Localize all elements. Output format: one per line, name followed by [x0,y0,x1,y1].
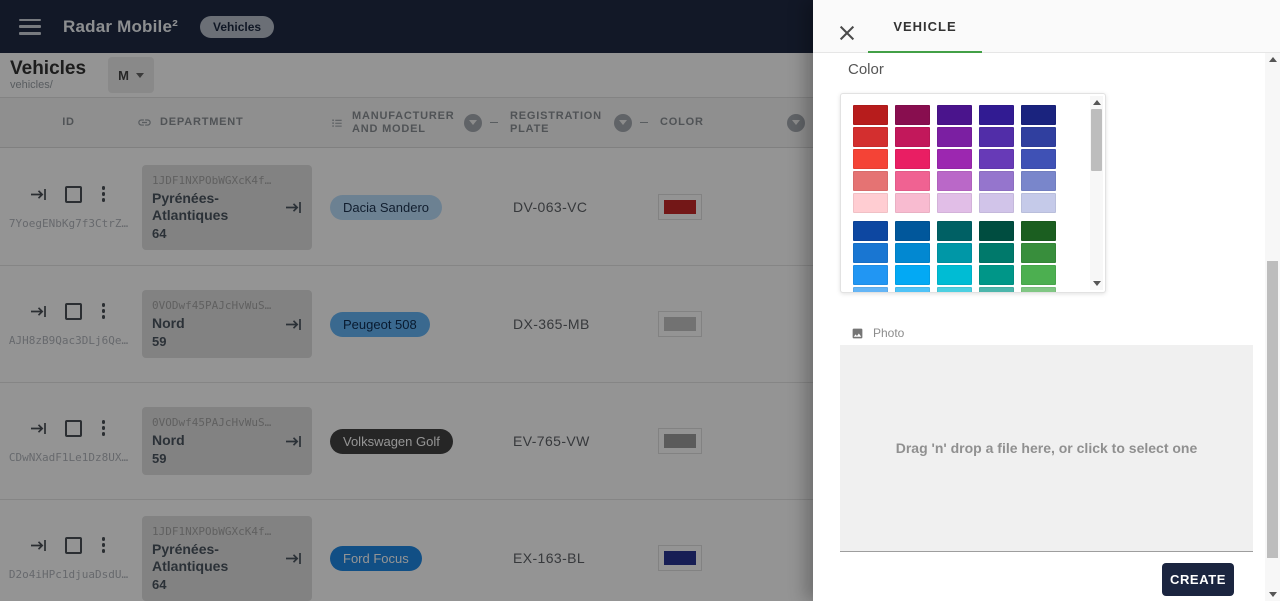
palette-color-swatch[interactable] [979,149,1014,169]
color-swatch-grid [853,105,1093,292]
palette-color-swatch[interactable] [1021,171,1056,191]
palette-color-swatch[interactable] [979,193,1014,213]
color-field-label: Color [848,61,884,78]
palette-color-swatch[interactable] [1021,287,1056,292]
palette-color-swatch[interactable] [937,193,972,213]
palette-color-swatch[interactable] [895,127,930,147]
scroll-down-icon[interactable] [1269,592,1277,597]
scroll-up-icon[interactable] [1269,57,1277,62]
palette-color-swatch[interactable] [1021,265,1056,285]
color-picker [840,93,1106,293]
photo-dropzone[interactable]: Drag 'n' drop a file here, or click to s… [840,345,1253,552]
scrollbar-thumb[interactable] [1091,109,1102,171]
dropzone-text: Drag 'n' drop a file here, or click to s… [895,440,1198,456]
palette-color-swatch[interactable] [895,171,930,191]
palette-color-swatch[interactable] [1021,193,1056,213]
palette-color-swatch[interactable] [979,105,1014,125]
palette-color-swatch[interactable] [937,149,972,169]
palette-color-swatch[interactable] [979,221,1014,241]
close-icon[interactable] [838,24,856,42]
palette-color-swatch[interactable] [853,265,888,285]
tab-vehicle[interactable]: VEHICLE [868,0,982,53]
palette-color-swatch[interactable] [895,149,930,169]
palette-color-swatch[interactable] [895,243,930,263]
palette-color-swatch[interactable] [853,243,888,263]
palette-color-swatch[interactable] [853,171,888,191]
drawer-scrollbar[interactable] [1265,53,1280,601]
palette-color-swatch[interactable] [937,287,972,292]
active-tab-indicator [868,51,982,53]
palette-color-swatch[interactable] [937,105,972,125]
photo-field: Photo [851,326,904,340]
palette-color-swatch[interactable] [853,149,888,169]
palette-color-swatch[interactable] [1021,105,1056,125]
scroll-down-icon[interactable] [1093,281,1101,286]
palette-color-swatch[interactable] [853,221,888,241]
create-button[interactable]: CREATE [1162,563,1234,596]
palette-color-swatch[interactable] [979,171,1014,191]
palette-color-swatch[interactable] [979,287,1014,292]
palette-color-swatch[interactable] [937,171,972,191]
drawer-header: VEHICLE [813,0,1280,53]
palette-color-swatch[interactable] [895,221,930,241]
palette-color-swatch[interactable] [895,287,930,292]
palette-color-swatch[interactable] [895,193,930,213]
app: Radar Mobile² Vehicles Vehicles vehicles… [0,0,1280,601]
palette-color-swatch[interactable] [937,221,972,241]
palette-color-swatch[interactable] [979,127,1014,147]
palette-color-swatch[interactable] [979,243,1014,263]
palette-color-swatch[interactable] [937,243,972,263]
photo-field-label: Photo [873,326,905,340]
palette-color-swatch[interactable] [1021,221,1056,241]
palette-color-swatch[interactable] [895,105,930,125]
palette-color-swatch[interactable] [853,287,888,292]
palette-color-swatch[interactable] [853,193,888,213]
palette-color-swatch[interactable] [1021,127,1056,147]
palette-color-swatch[interactable] [853,105,888,125]
palette-color-swatch[interactable] [853,127,888,147]
palette-color-swatch[interactable] [1021,149,1056,169]
scrollbar-thumb[interactable] [1267,261,1278,558]
palette-color-swatch[interactable] [937,127,972,147]
color-picker-scrollbar[interactable] [1090,96,1103,290]
palette-color-swatch[interactable] [937,265,972,285]
create-vehicle-drawer: VEHICLE Color Photo Drag 'n' drop a file… [813,0,1280,601]
palette-color-swatch[interactable] [979,265,1014,285]
scroll-up-icon[interactable] [1093,100,1101,105]
palette-color-swatch[interactable] [1021,243,1056,263]
image-icon [851,327,864,340]
palette-color-swatch[interactable] [895,265,930,285]
